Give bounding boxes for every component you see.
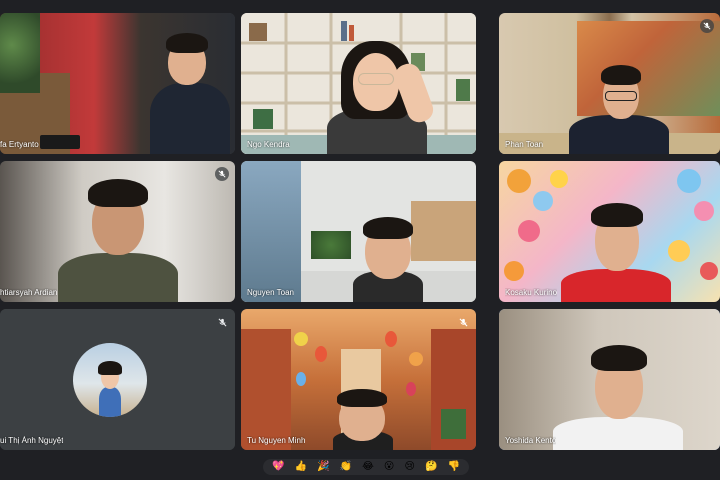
participant-name: Nguyen Toan (247, 288, 294, 297)
person-hair (601, 65, 641, 85)
thinking-face-icon[interactable]: 🤔 (425, 461, 437, 473)
person-hair (88, 179, 148, 207)
party-popper-icon[interactable]: 🎉 (317, 461, 329, 473)
mic-muted-icon (215, 167, 229, 181)
mic-muted-icon (456, 315, 470, 329)
meeting-stage: fa Ertyanto Ngo Kendra Phan Toan htiarsy… (0, 0, 720, 480)
person-hair (591, 203, 643, 227)
avatar-hair (98, 361, 122, 375)
participant-tile[interactable]: Ngo Kendra (241, 13, 476, 154)
participant-tile-active-speaker[interactable]: Yoshida Kento (499, 309, 720, 450)
participant-name: Kosaku Kurino (505, 288, 558, 297)
tears-of-joy-icon[interactable]: 😂 (362, 461, 374, 473)
plant (311, 231, 351, 259)
person-hair (363, 217, 413, 239)
mic-muted-icon (700, 19, 714, 33)
person-body (150, 83, 230, 154)
participant-name: Yoshida Kento (505, 436, 557, 445)
participant-tile[interactable]: Kosaku Kurino (499, 161, 720, 302)
participant-tile[interactable]: Phan Toan (499, 13, 720, 154)
sparkling-heart-icon[interactable]: 💖 (272, 461, 284, 473)
glasses (605, 91, 637, 101)
thumbs-down-icon[interactable]: 👎 (447, 461, 459, 473)
person-body (569, 115, 669, 154)
participant-name: ui Thị Ánh Nguyệt (0, 436, 64, 445)
plant (0, 13, 40, 93)
person-body (553, 417, 683, 450)
participant-tile[interactable]: Tu Nguyen Minh (241, 309, 476, 450)
person-hair (591, 345, 647, 371)
window-view (241, 161, 301, 302)
participant-tile[interactable]: ui Thị Ánh Nguyệt (0, 309, 235, 450)
avatar-body (99, 387, 121, 417)
participant-name: Ngo Kendra (247, 140, 290, 149)
participant-tile[interactable]: Nguyen Toan (241, 161, 476, 302)
participant-name: fa Ertyanto (0, 140, 39, 149)
wood-panel (411, 201, 476, 261)
person-hair (337, 389, 387, 407)
person-body (561, 269, 671, 302)
clapping-hands-icon[interactable]: 👏 (340, 461, 352, 473)
participant-name: Tu Nguyen Minh (247, 436, 306, 445)
person-hair (166, 33, 208, 53)
window-view (577, 21, 720, 116)
surprised-face-icon[interactable]: 😮 (384, 461, 394, 473)
mic-muted-icon (215, 315, 229, 329)
participant-name: Phan Toan (505, 140, 544, 149)
participant-tile[interactable]: fa Ertyanto (0, 13, 235, 154)
avatar (73, 343, 147, 417)
participant-name: htiarsyah Ardian (0, 288, 58, 297)
person-body (58, 253, 178, 302)
crying-face-icon[interactable]: 😢 (404, 461, 414, 473)
glasses (358, 73, 394, 85)
thumbs-up-icon[interactable]: 👍 (295, 461, 307, 473)
participant-tile[interactable]: htiarsyah Ardian (0, 161, 235, 302)
laptop (40, 135, 80, 149)
reaction-bar: 💖 👍 🎉 👏 😂 😮 😢 🤔 👎 (263, 459, 469, 475)
